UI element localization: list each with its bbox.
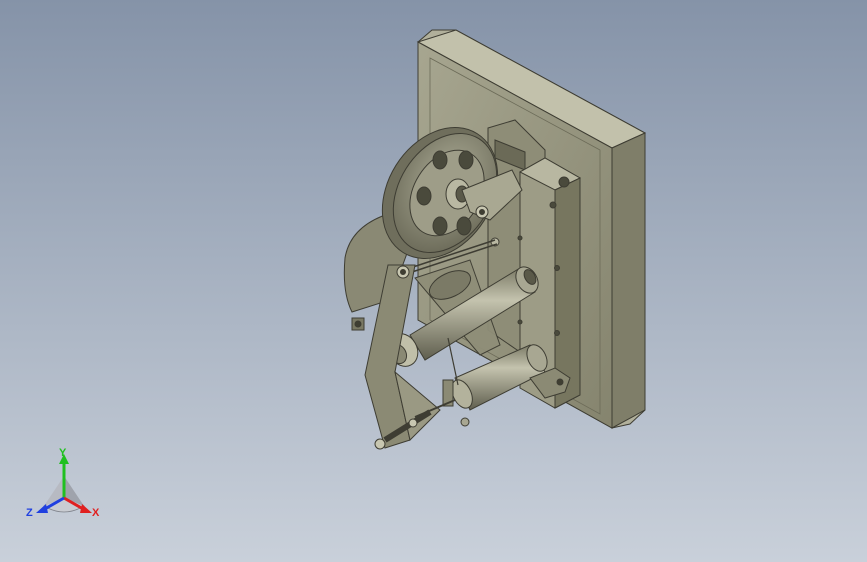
tie-rod (447, 337, 459, 386)
mechanism-3d-model[interactable] (0, 0, 867, 562)
z-axis-label: Z (26, 507, 33, 519)
y-axis-label: Y (59, 447, 67, 459)
x-axis-label: X (92, 507, 100, 519)
axis-triad: Y X Z (26, 447, 100, 519)
graphics-viewport[interactable]: Y X Z (0, 0, 867, 562)
